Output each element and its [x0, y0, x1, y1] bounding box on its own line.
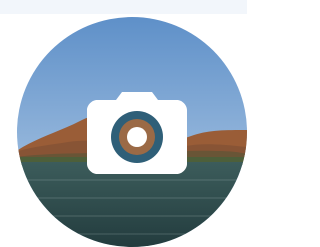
avatar-upload-button[interactable] — [15, 14, 247, 247]
profile-photo-panel — [0, 0, 247, 247]
top-strip — [0, 0, 247, 14]
camera-icon — [87, 92, 187, 174]
